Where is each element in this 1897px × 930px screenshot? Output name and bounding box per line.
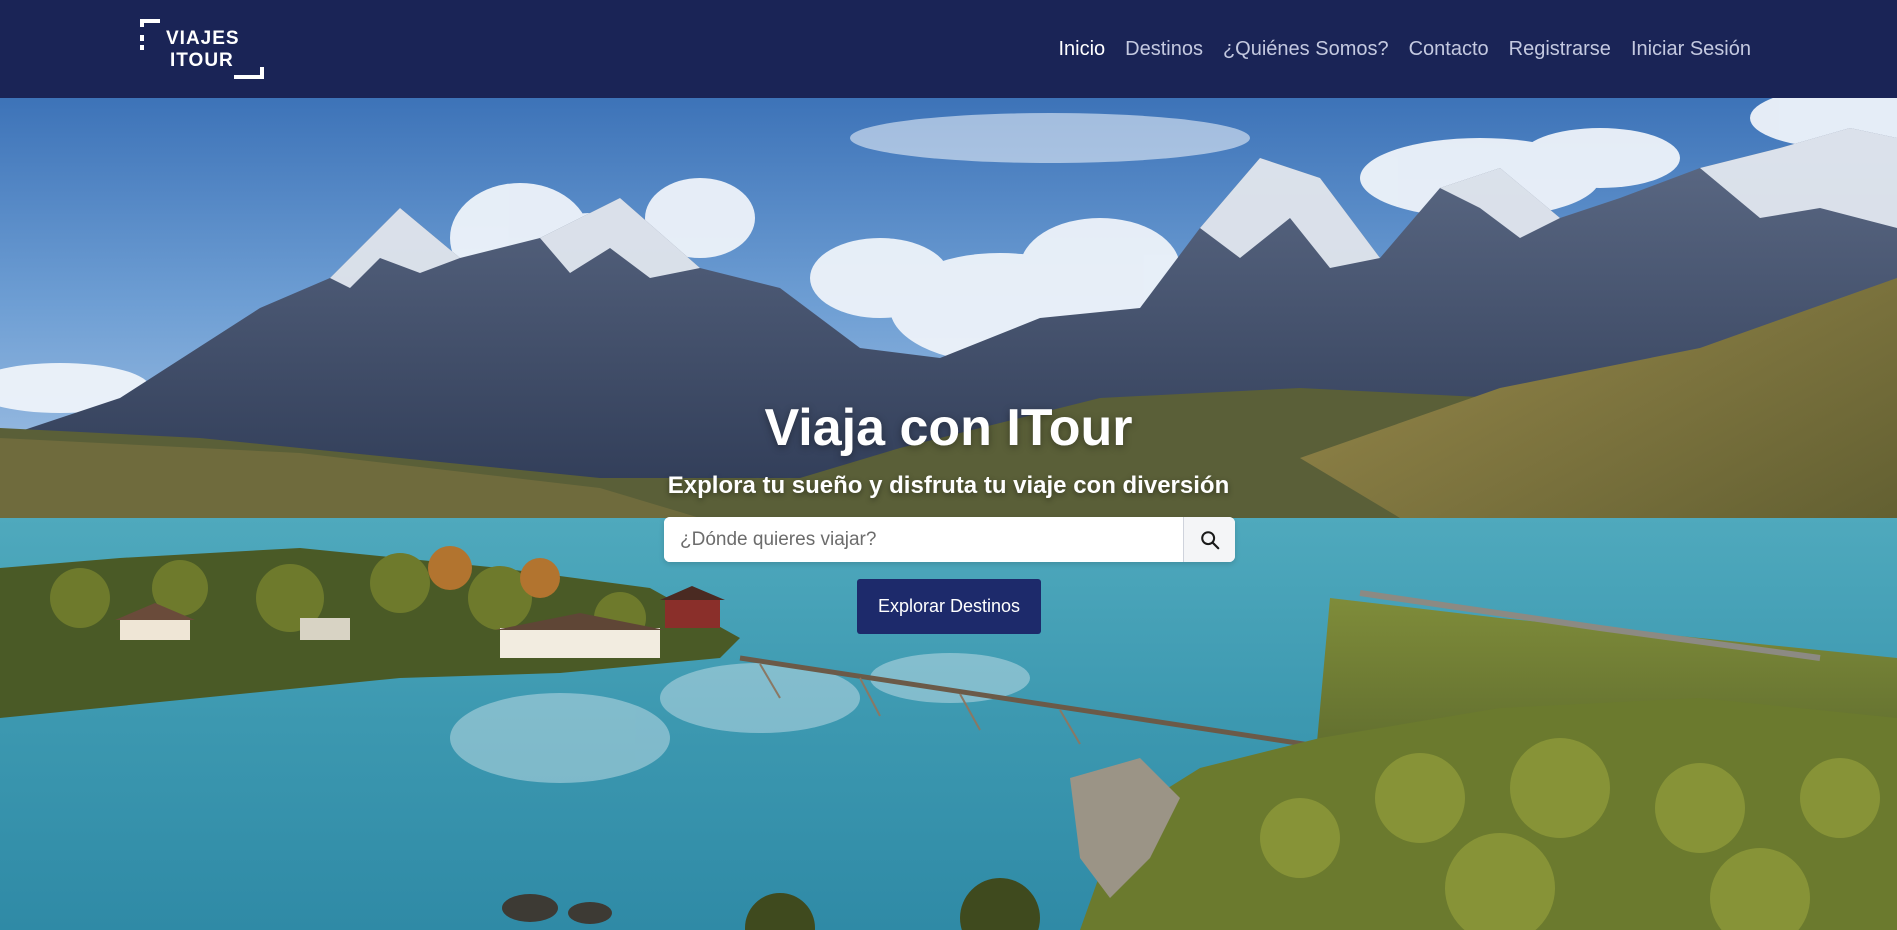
nav-registrarse[interactable]: Registrarse xyxy=(1509,38,1611,61)
main-nav: Inicio Destinos ¿Quiénes Somos? Contacto… xyxy=(1058,0,1751,98)
hero-title: Viaja con ITour xyxy=(764,399,1133,457)
hero-section: Viaja con ITour Explora tu sueño y disfr… xyxy=(0,98,1897,930)
destination-search-input[interactable] xyxy=(664,517,1183,562)
search-icon xyxy=(1200,530,1219,549)
nav-iniciar-sesion[interactable]: Iniciar Sesión xyxy=(1631,38,1751,61)
nav-destinos[interactable]: Destinos xyxy=(1125,38,1203,61)
logo-line1: VIAJES xyxy=(166,28,240,49)
nav-inicio[interactable]: Inicio xyxy=(1058,38,1105,61)
nav-contacto[interactable]: Contacto xyxy=(1409,38,1489,61)
viajes-itour-logo: VIAJES ITOUR xyxy=(140,19,264,79)
logo-line2: ITOUR xyxy=(170,50,234,71)
hero-content: Viaja con ITour Explora tu sueño y disfr… xyxy=(0,98,1897,930)
explore-destinations-button[interactable]: Explorar Destinos xyxy=(857,579,1041,634)
hero-subtitle: Explora tu sueño y disfruta tu viaje con… xyxy=(667,472,1230,499)
destination-search xyxy=(664,517,1235,562)
nav-quienes-somos[interactable]: ¿Quiénes Somos? xyxy=(1223,38,1389,61)
search-button[interactable] xyxy=(1183,517,1235,562)
top-navbar: VIAJES ITOUR Inicio Destinos ¿Quiénes So… xyxy=(0,0,1897,98)
brand-logo[interactable]: VIAJES ITOUR xyxy=(138,17,266,81)
